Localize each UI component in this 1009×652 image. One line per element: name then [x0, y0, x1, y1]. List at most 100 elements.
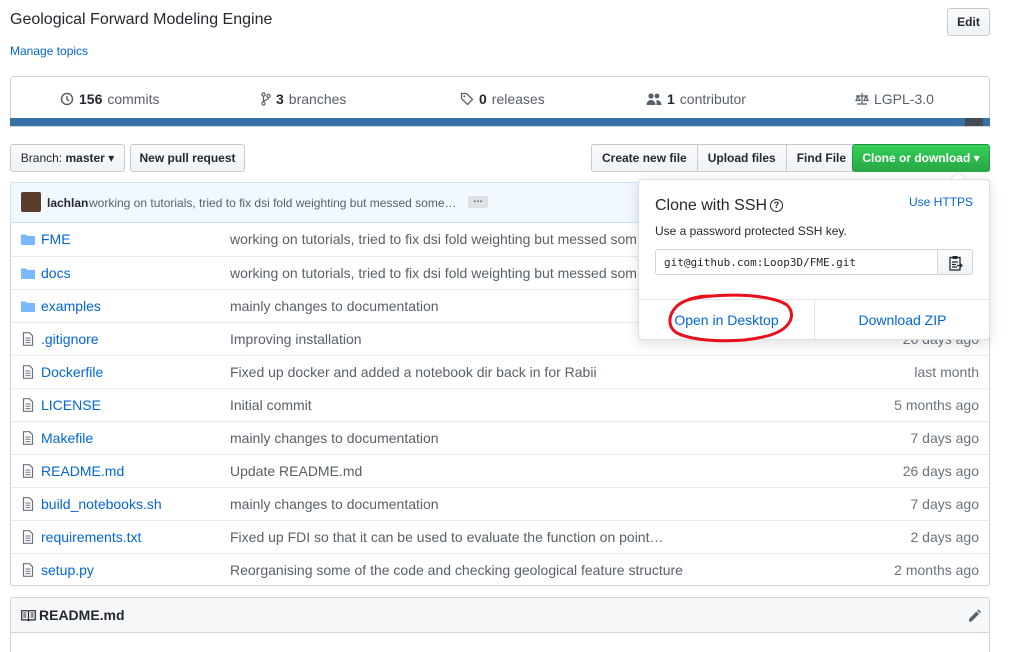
folder-icon: [21, 299, 35, 313]
file-name[interactable]: requirements.txt: [41, 529, 141, 545]
contributors-label: contributor: [679, 91, 746, 107]
file-name[interactable]: LICENSE: [41, 397, 101, 413]
file-icon: [21, 431, 35, 445]
releases-label: releases: [491, 91, 545, 107]
file-commit-message[interactable]: working on tutorials, tried to fix dsi f…: [230, 231, 637, 247]
branch-select-button[interactable]: Branch: master ▾: [10, 144, 125, 172]
question-icon[interactable]: ?: [770, 199, 783, 212]
people-icon: [646, 93, 662, 105]
file-icon: [21, 398, 35, 412]
file-name[interactable]: FME: [41, 231, 71, 247]
file-name[interactable]: build_notebooks.sh: [41, 496, 162, 512]
file-commit-message[interactable]: Update README.md: [230, 463, 362, 479]
pencil-icon[interactable]: [967, 609, 981, 623]
chevron-down-icon: ▾: [108, 151, 115, 165]
use-https-link[interactable]: Use HTTPS: [909, 195, 973, 209]
chevron-down-icon: ▾: [973, 151, 980, 165]
annotation-circle: [668, 293, 793, 343]
book-icon: [21, 610, 36, 622]
readme-title: README.md: [39, 607, 125, 623]
file-age: 26 days ago: [902, 463, 979, 479]
file-name[interactable]: .gitignore: [41, 331, 99, 347]
file-icon: [21, 464, 35, 478]
file-actions-group: Create new file Upload files Find File: [591, 144, 858, 172]
manage-topics-link[interactable]: Manage topics: [10, 44, 88, 58]
history-icon: [60, 92, 74, 106]
new-pull-request-button[interactable]: New pull request: [130, 144, 245, 172]
file-commit-message[interactable]: Reorganising some of the code and checki…: [230, 562, 683, 578]
clone-download-button[interactable]: Clone or download ▾: [852, 144, 990, 172]
file-row[interactable]: LICENSE Initial commit 5 months ago: [11, 388, 989, 421]
folder-icon: [21, 232, 35, 246]
file-icon: [21, 530, 35, 544]
branches-label: branches: [288, 91, 347, 107]
file-name[interactable]: README.md: [41, 463, 124, 479]
license-link[interactable]: LGPL-3.0: [855, 91, 934, 107]
tag-icon: [460, 92, 474, 106]
file-name[interactable]: Dockerfile: [41, 364, 103, 380]
clone-note: Use a password protected SSH key.: [655, 224, 847, 238]
license-label: LGPL-3.0: [874, 91, 934, 107]
branch-icon: [261, 92, 271, 106]
file-age: 7 days ago: [910, 496, 980, 512]
find-file-button[interactable]: Find File: [785, 144, 858, 172]
file-row[interactable]: Makefile mainly changes to documentation 7…: [11, 421, 989, 454]
file-name[interactable]: setup.py: [41, 562, 94, 578]
avatar[interactable]: [21, 192, 41, 212]
edit-button[interactable]: Edit: [947, 8, 990, 36]
file-icon: [21, 563, 35, 577]
file-commit-message[interactable]: Fixed up FDI so that it can be used to e…: [230, 529, 664, 545]
repo-description: Geological Forward Modeling Engine: [10, 11, 273, 28]
upload-files-button[interactable]: Upload files: [696, 144, 787, 172]
file-name[interactable]: docs: [41, 265, 71, 281]
copy-url-button[interactable]: [937, 249, 973, 275]
law-icon: [855, 93, 869, 105]
download-zip-button[interactable]: Download ZIP: [814, 300, 990, 341]
expand-commit-button[interactable]: …: [468, 195, 488, 208]
file-age: 5 months ago: [894, 397, 979, 413]
file-age: 2 days ago: [910, 529, 980, 545]
commits-count: 156: [79, 91, 103, 107]
file-row[interactable]: setup.py Reorganising some of the code an…: [11, 553, 989, 586]
file-commit-message[interactable]: mainly changes to documentation: [230, 496, 439, 512]
file-commit-message[interactable]: Fixed up docker and added a notebook dir…: [230, 364, 597, 380]
file-commit-message[interactable]: mainly changes to documentation: [230, 298, 439, 314]
file-commit-message[interactable]: mainly changes to documentation: [230, 430, 439, 446]
file-commit-message[interactable]: working on tutorials, tried to fix dsi f…: [230, 265, 637, 281]
file-row[interactable]: Dockerfile Fixed up docker and added a no…: [11, 355, 989, 388]
commits-link[interactable]: 156 commits: [60, 91, 159, 107]
folder-icon: [21, 266, 35, 280]
file-age: 7 days ago: [910, 430, 980, 446]
file-commit-message[interactable]: Improving installation: [230, 331, 362, 347]
releases-count: 0: [479, 91, 487, 107]
branches-link[interactable]: 3 branches: [261, 91, 346, 107]
dropdown-caret-inner: [951, 172, 965, 179]
clone-download-label: Clone or download: [862, 151, 971, 165]
file-icon: [21, 497, 35, 511]
file-icon: [21, 365, 35, 379]
commit-author[interactable]: lachlan: [47, 196, 88, 210]
branch-prefix: Branch:: [20, 151, 63, 165]
language-bar[interactable]: [10, 118, 990, 126]
file-name[interactable]: Makefile: [41, 430, 93, 446]
contributors-count: 1: [667, 91, 675, 107]
readme-body: [10, 632, 990, 652]
releases-link[interactable]: 0 releases: [460, 91, 545, 107]
clone-url-input[interactable]: [655, 249, 938, 275]
file-name[interactable]: examples: [41, 298, 101, 314]
clone-dropdown-title: Clone with SSH: [655, 197, 768, 214]
file-commit-message[interactable]: Initial commit: [230, 397, 312, 413]
file-age: last month: [914, 364, 979, 380]
create-file-button[interactable]: Create new file: [591, 144, 698, 172]
file-icon: [21, 332, 35, 346]
contributors-link[interactable]: 1 contributor: [646, 91, 746, 107]
commits-label: commits: [107, 91, 160, 107]
file-row[interactable]: requirements.txt Fixed up FDI so that it …: [11, 520, 989, 553]
language-bar-other[interactable]: [965, 118, 983, 126]
file-row[interactable]: build_notebooks.sh mainly changes to docu…: [11, 487, 989, 520]
commit-message[interactable]: working on tutorials, tried to fix dsi f…: [89, 196, 457, 210]
file-age: 2 months ago: [894, 562, 979, 578]
branches-count: 3: [276, 91, 284, 107]
readme-header: README.md: [10, 597, 990, 633]
file-row[interactable]: README.md Update README.md 26 days ago: [11, 454, 989, 487]
